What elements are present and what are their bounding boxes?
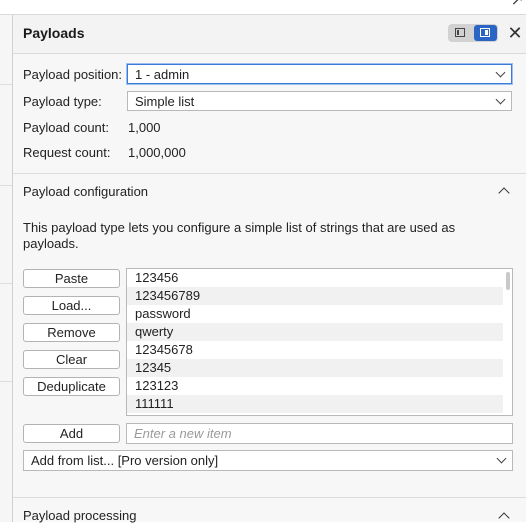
payload-position-label: Payload position: — [23, 67, 123, 82]
section-divider — [13, 497, 526, 498]
payload-position-select[interactable]: 1 - admin — [127, 64, 512, 84]
left-pane-edge — [0, 15, 13, 522]
request-count-label: Request count: — [23, 145, 111, 160]
new-item-input[interactable] — [126, 423, 513, 444]
chevron-down-icon — [495, 67, 506, 78]
payload-count-value: 1,000 — [128, 120, 161, 135]
list-layout-button[interactable] — [449, 25, 472, 41]
paste-button[interactable]: Paste — [23, 269, 120, 288]
close-icon: ✕ — [507, 23, 523, 43]
load-button[interactable]: Load... — [23, 296, 120, 315]
payload-type-select[interactable]: Simple list — [127, 91, 512, 111]
panel-title: Payloads — [23, 25, 85, 41]
list-item[interactable]: 123456 — [127, 269, 503, 287]
chevron-down-icon — [495, 94, 506, 105]
close-button[interactable]: ✕ — [505, 23, 525, 43]
list-item[interactable]: 111111 — [127, 395, 503, 413]
payload-type-label: Payload type: — [23, 94, 102, 109]
remove-button[interactable]: Remove — [23, 323, 120, 342]
payload-list[interactable]: 123456 123456789 password qwerty 1234567… — [126, 268, 513, 416]
list-layout-icon — [455, 28, 465, 37]
list-item[interactable]: 123456789 — [127, 287, 503, 305]
section-divider — [13, 173, 526, 174]
payloads-panel: Payloads ✕ Payload position: 1 - admin P… — [13, 15, 526, 524]
list-item[interactable]: 1234 — [127, 413, 503, 415]
payload-configuration-title: Payload configuration — [23, 184, 149, 199]
add-from-list-select[interactable]: Add from list... [Pro version only] — [23, 450, 513, 471]
top-strip: ↗ — [0, 0, 526, 15]
list-item[interactable]: 12345678 — [127, 341, 503, 359]
chevron-down-icon — [496, 453, 507, 464]
layout-toggle — [448, 24, 498, 42]
list-item[interactable]: 123123 — [127, 377, 503, 395]
list-item[interactable]: 12345 — [127, 359, 503, 377]
list-scrollbar[interactable] — [506, 272, 510, 290]
payload-type-value: Simple list — [135, 94, 195, 109]
payload-processing-title: Payload processing — [23, 508, 137, 523]
diagonal-arrow-icon[interactable]: ↗ — [511, 0, 524, 9]
payload-description: This payload type lets you configure a s… — [23, 220, 456, 251]
payload-count-label: Payload count: — [23, 120, 110, 135]
clear-button[interactable]: Clear — [23, 350, 120, 369]
payload-position-value: 1 - admin — [135, 67, 190, 82]
list-item[interactable]: qwerty — [127, 323, 503, 341]
panel-layout-icon — [480, 28, 490, 37]
add-from-list-value: Add from list... [Pro version only] — [31, 453, 219, 468]
panel-header: Payloads ✕ — [13, 15, 526, 54]
add-button[interactable]: Add — [23, 424, 120, 443]
panel-layout-button[interactable] — [474, 25, 497, 41]
list-item[interactable]: password — [127, 305, 503, 323]
request-count-value: 1,000,000 — [128, 145, 186, 160]
deduplicate-button[interactable]: Deduplicate — [23, 377, 120, 396]
chevron-up-icon[interactable] — [498, 187, 510, 199]
